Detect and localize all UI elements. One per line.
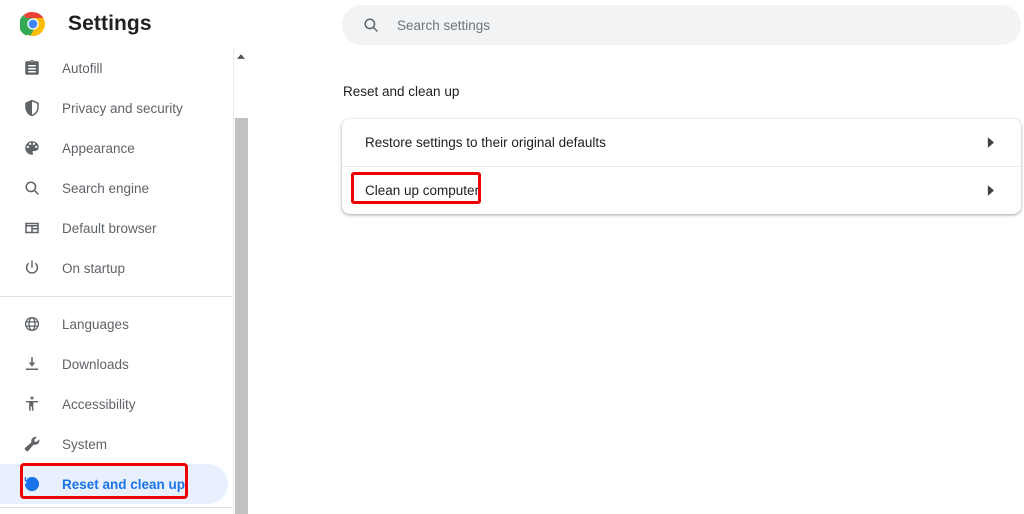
search-input[interactable]	[397, 18, 957, 33]
page-title: Settings	[68, 12, 152, 36]
magnifier-icon	[22, 178, 42, 198]
sidebar-item-label: Reset and clean up	[62, 477, 185, 492]
sidebar-item-languages[interactable]: Languages	[0, 304, 232, 344]
sidebar-item-privacy-and-security[interactable]: Privacy and security	[0, 88, 232, 128]
chevron-right-icon	[985, 185, 995, 197]
sidebar-item-label: Appearance	[62, 141, 135, 156]
clipboard-icon	[22, 58, 42, 78]
chrome-logo-icon	[20, 11, 46, 37]
download-icon	[22, 354, 42, 374]
sidebar-divider-top	[0, 296, 232, 297]
sidebar-item-label: Search engine	[62, 181, 149, 196]
row-clean-up-computer[interactable]: Clean up computer	[342, 166, 1021, 214]
sidebar-item-label: Default browser	[62, 221, 157, 236]
search-icon	[362, 16, 380, 34]
sidebar-item-reset-and-clean-up[interactable]: Reset and clean up	[0, 464, 228, 504]
wrench-icon	[22, 434, 42, 454]
section-heading: Reset and clean up	[343, 84, 459, 99]
history-restore-icon	[22, 474, 42, 494]
sidebar-item-label: Autofill	[62, 61, 103, 76]
sidebar-group-primary: Autofill Privacy and security Appea	[0, 48, 232, 288]
sidebar-group-secondary: Languages Downloads Ac	[0, 304, 232, 504]
sidebar-item-downloads[interactable]: Downloads	[0, 344, 232, 384]
sidebar: Settings Autofill Privacy	[0, 0, 232, 514]
brand-header: Settings	[0, 0, 232, 48]
sidebar-item-label: Accessibility	[62, 397, 136, 412]
sidebar-item-label: Languages	[62, 317, 129, 332]
sidebar-item-search-engine[interactable]: Search engine	[0, 168, 232, 208]
sidebar-item-label: System	[62, 437, 107, 452]
scrollbar-thumb[interactable]	[235, 118, 248, 514]
sidebar-divider-bottom	[0, 507, 232, 508]
shield-icon	[22, 98, 42, 118]
reset-and-clean-up-card: Restore settings to their original defau…	[342, 119, 1021, 214]
sidebar-item-system[interactable]: System	[0, 424, 232, 464]
search-bar[interactable]	[342, 5, 1021, 45]
browser-window-icon	[22, 218, 42, 238]
sidebar-item-label: On startup	[62, 261, 125, 276]
row-restore-settings[interactable]: Restore settings to their original defau…	[342, 119, 1021, 166]
settings-page: Settings Autofill Privacy	[0, 0, 1024, 514]
sidebar-item-on-startup[interactable]: On startup	[0, 248, 232, 288]
sidebar-scrollbar[interactable]	[233, 48, 248, 514]
palette-icon	[22, 138, 42, 158]
sidebar-item-label: Privacy and security	[62, 101, 183, 116]
power-icon	[22, 258, 42, 278]
row-label: Restore settings to their original defau…	[365, 135, 606, 150]
scroll-up-arrow-icon[interactable]	[234, 48, 248, 65]
main-content: Reset and clean up Restore settings to t…	[249, 0, 1024, 514]
sidebar-item-label: Downloads	[62, 357, 129, 372]
sidebar-item-autofill[interactable]: Autofill	[0, 48, 232, 88]
row-label: Clean up computer	[365, 183, 479, 198]
sidebar-item-default-browser[interactable]: Default browser	[0, 208, 232, 248]
sidebar-item-appearance[interactable]: Appearance	[0, 128, 232, 168]
sidebar-item-accessibility[interactable]: Accessibility	[0, 384, 232, 424]
globe-icon	[22, 314, 42, 334]
chevron-right-icon	[985, 137, 995, 149]
accessibility-icon	[22, 394, 42, 414]
